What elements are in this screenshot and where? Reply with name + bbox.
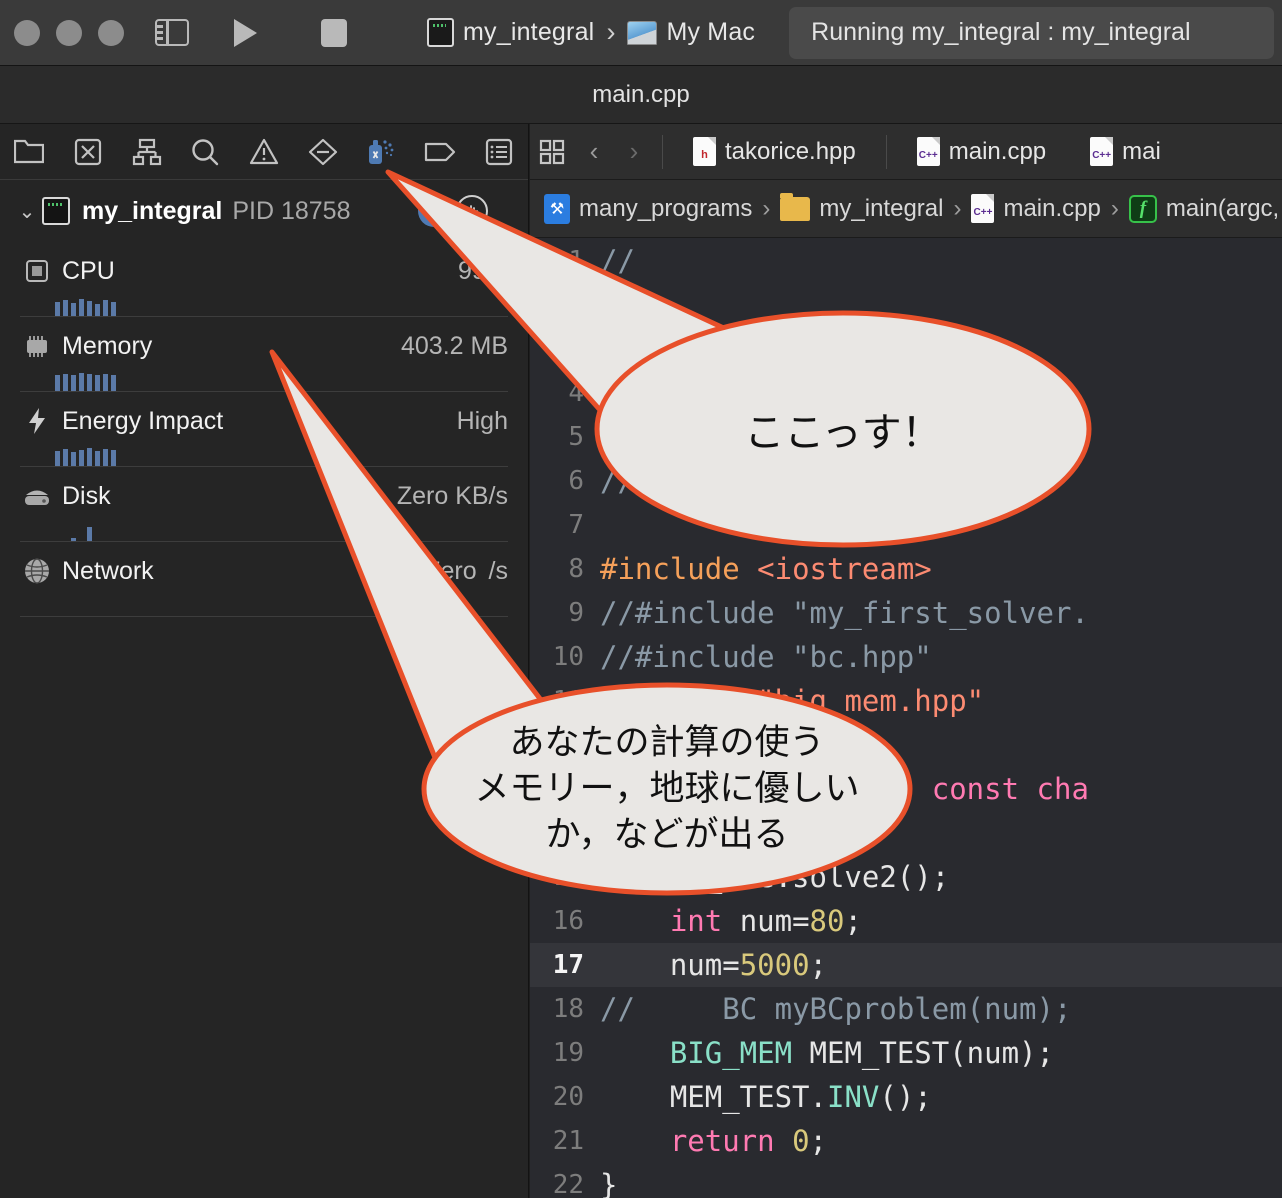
- balloon-2-line-1: あなたの計算の使う: [509, 722, 825, 763]
- balloon-2-line-3: か，などが出る: [545, 815, 789, 856]
- callout-balloon-1-text: ここっす！: [597, 380, 1089, 478]
- balloon-1-label: ここっす！: [744, 410, 942, 456]
- callout-balloon-2-text: あなたの計算の使う メモリー，地球に優しい か，などが出る: [424, 716, 910, 862]
- balloon-2-line-2: メモリー，地球に優しい: [474, 768, 860, 809]
- callout-overlay: [269, 169, 1092, 896]
